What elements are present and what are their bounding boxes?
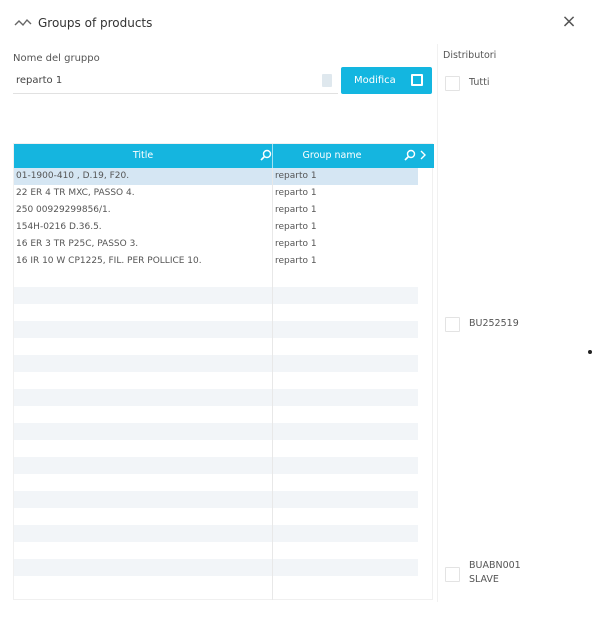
table-row[interactable]: 16 IR 10 W CP1225, FIL. PER POLLICE 10. r…: [14, 253, 418, 270]
checkbox[interactable]: [445, 567, 460, 582]
empty-row: [14, 559, 418, 576]
cell-group-name: reparto 1: [275, 222, 317, 232]
cell-group-name: reparto 1: [275, 171, 317, 181]
cell-group-name: reparto 1: [275, 205, 317, 215]
groups-dialog: Groups of products × Nome del gruppo Mod…: [0, 0, 595, 618]
dialog-title: Groups of products: [38, 16, 153, 30]
table-row[interactable]: 250 00929299856/1. reparto 1: [14, 202, 418, 219]
cell-title: 16 IR 10 W CP1225, FIL. PER POLLICE 10.: [16, 256, 202, 266]
close-icon[interactable]: ×: [559, 12, 579, 32]
empty-row: [14, 457, 418, 474]
column-header-group[interactable]: Group name: [272, 144, 392, 168]
cell-title: 154H-0216 D.36.5.: [16, 222, 102, 232]
table-header: Title Group name: [14, 144, 434, 168]
distributor-label: Tutti: [469, 77, 490, 88]
search-icon[interactable]: [260, 149, 272, 161]
table-row[interactable]: 22 ER 4 TR MXC, PASSO 4. reparto 1: [14, 185, 418, 202]
search-icon[interactable]: [404, 149, 416, 161]
products-table: Title Group name 01-1900-410 , D.19, F20…: [13, 143, 434, 600]
empty-row: [14, 389, 418, 406]
empty-row: [14, 525, 418, 542]
dialog-titlebar: Groups of products ×: [14, 12, 583, 34]
distributor-item-bu252519[interactable]: BU252519: [445, 317, 519, 332]
group-name-label: Nome del gruppo: [13, 53, 100, 64]
empty-row: [14, 355, 418, 372]
modify-button[interactable]: Modifica: [341, 67, 432, 94]
resize-handle[interactable]: [588, 350, 592, 354]
distributor-item-buabn001[interactable]: BUABN001 SLAVE: [445, 559, 549, 587]
cell-title: 22 ER 4 TR MXC, PASSO 4.: [16, 188, 135, 198]
checkbox[interactable]: [445, 76, 460, 91]
distributors-panel: Distributori Tutti BU252519 BUABN001 SLA…: [437, 44, 581, 602]
column-divider: [272, 168, 273, 600]
square-icon: [411, 74, 423, 86]
empty-row: [14, 287, 418, 304]
cell-title: 01-1900-410 , D.19, F20.: [16, 171, 130, 181]
distributor-label: BU252519: [469, 318, 519, 329]
empty-row: [14, 423, 418, 440]
column-header-title[interactable]: Title: [14, 144, 272, 168]
groups-icon: [14, 18, 32, 27]
table-row[interactable]: 01-1900-410 , D.19, F20. reparto 1: [14, 168, 418, 185]
empty-row: [14, 491, 418, 508]
distributor-label: BUABN001 SLAVE: [469, 560, 521, 585]
table-row[interactable]: 154H-0216 D.36.5. reparto 1: [14, 219, 418, 236]
distributor-item-tutti[interactable]: Tutti: [445, 76, 489, 91]
group-name-input[interactable]: [13, 68, 338, 94]
cell-group-name: reparto 1: [275, 239, 317, 249]
checkbox[interactable]: [445, 317, 460, 332]
input-clear-icon[interactable]: [322, 74, 332, 87]
modify-button-label: Modifica: [354, 75, 396, 86]
cell-title: 250 00929299856/1.: [16, 205, 111, 215]
table-row[interactable]: 16 ER 3 TR P25C, PASSO 3. reparto 1: [14, 236, 418, 253]
distributors-label: Distributori: [443, 50, 497, 61]
empty-row: [14, 321, 418, 338]
cell-group-name: reparto 1: [275, 188, 317, 198]
cell-group-name: reparto 1: [275, 256, 317, 266]
chevron-right-icon[interactable]: [419, 149, 427, 161]
cell-title: 16 ER 3 TR P25C, PASSO 3.: [16, 239, 139, 249]
